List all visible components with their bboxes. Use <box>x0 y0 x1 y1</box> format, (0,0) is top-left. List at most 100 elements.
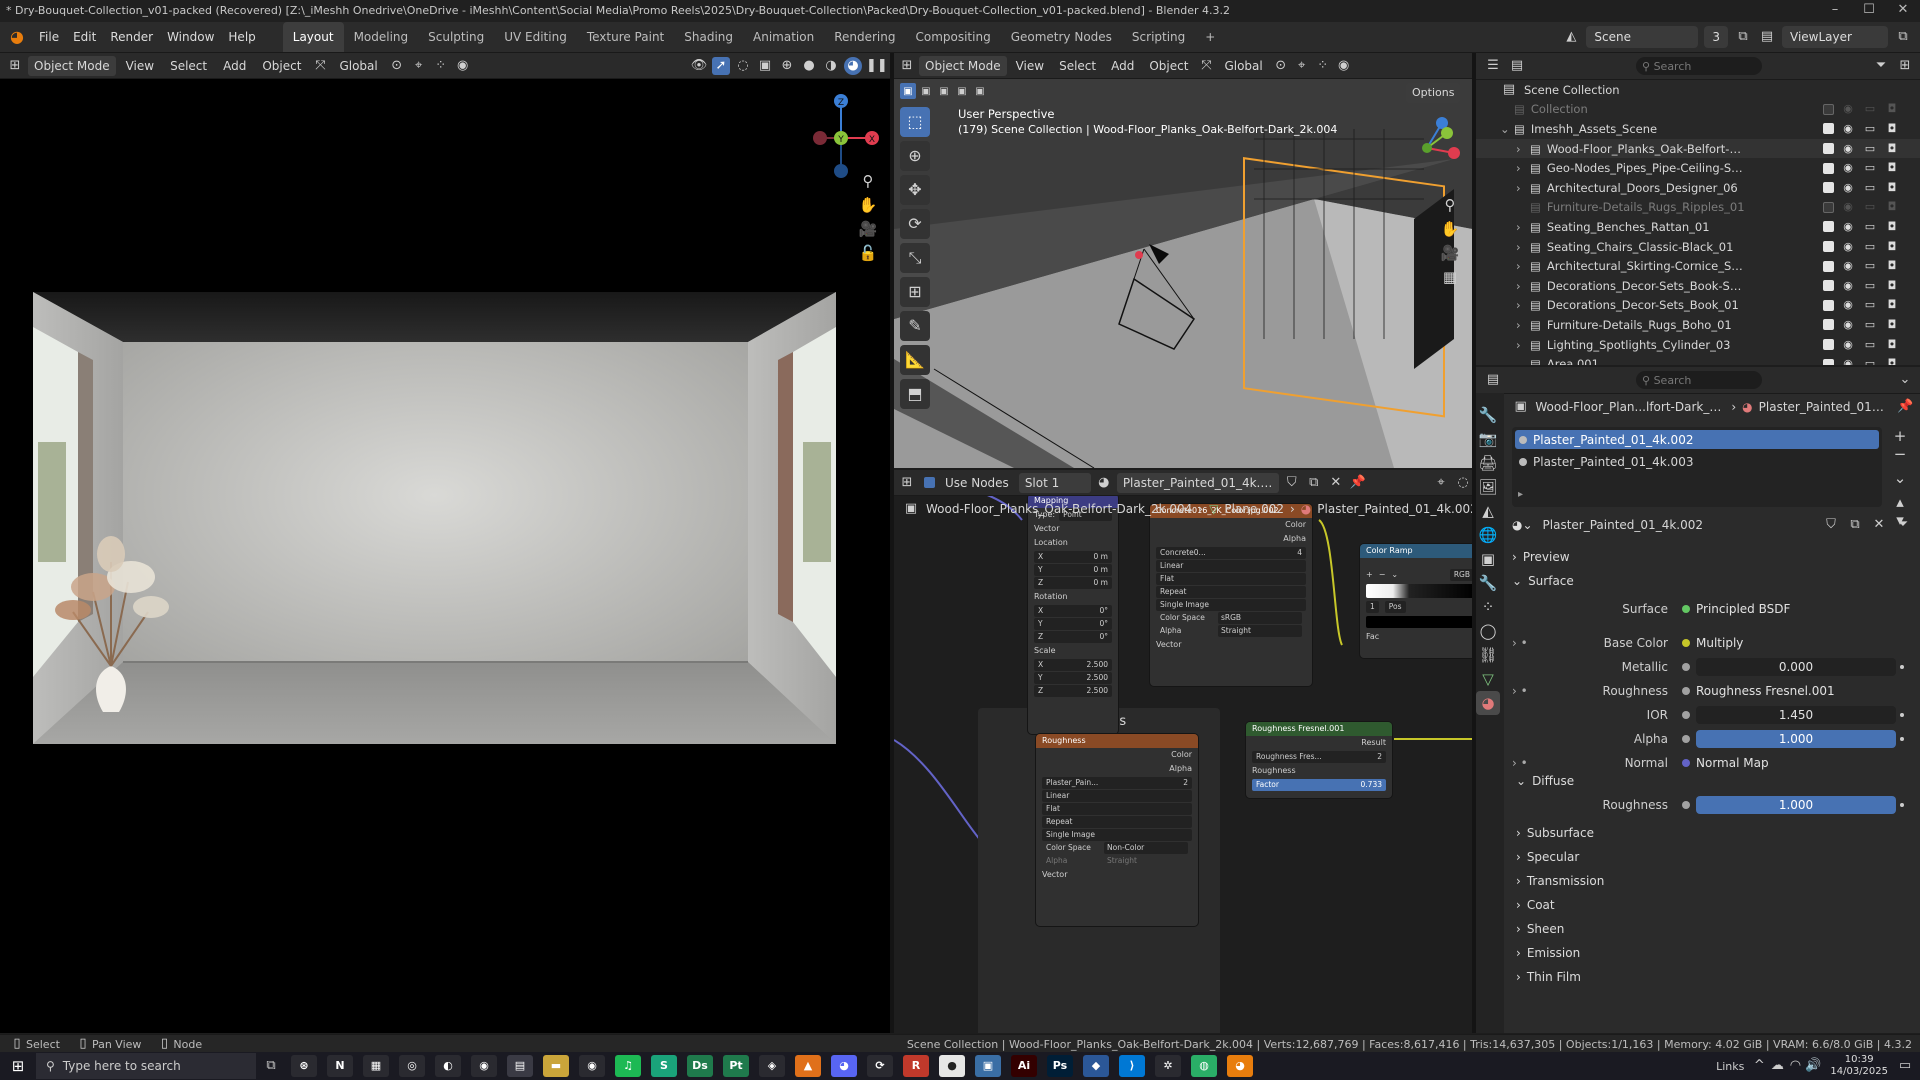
painter-app-icon[interactable]: Pt <box>723 1055 749 1077</box>
unlink-material-icon[interactable]: ✕ <box>1870 516 1888 534</box>
concrete-image-texture-node[interactable]: Concrete016_2K_Color.jpg.002 Color Alpha… <box>1150 504 1312 686</box>
exclude-checkbox[interactable] <box>1823 319 1834 331</box>
outliner-item[interactable]: ▤ Furniture-Details_Rugs_Ripples_01 ◉ ▭ ◘ <box>1476 198 1920 218</box>
left-3d-viewport[interactable]: ⊞ Object Mode View Select Add Object ⤧ G… <box>0 53 890 1033</box>
eye-icon[interactable]: ◉ <box>1840 120 1856 138</box>
expand-chevron-icon[interactable]: › <box>1516 181 1524 195</box>
material-slot-list[interactable]: Plaster_Painted_01_4k.002 Plaster_Painte… <box>1512 427 1882 507</box>
overlay-icon[interactable]: ◌ <box>734 57 752 75</box>
render-icon[interactable]: ◘ <box>1884 100 1900 118</box>
exclude-checkbox[interactable] <box>1823 123 1834 135</box>
filter-icon[interactable]: ⏷ <box>1872 57 1890 75</box>
render-icon[interactable]: ◘ <box>1884 198 1900 216</box>
roughness-image-texture-node[interactable]: Roughness Color Alpha Plaster_Pain... 2 L… <box>1036 734 1198 926</box>
material-name-field[interactable]: Plaster_Painted_01_4k.002 <box>1538 515 1816 535</box>
viewport-icon[interactable]: ▭ <box>1862 198 1878 216</box>
discord-app-icon[interactable]: ◕ <box>831 1055 857 1077</box>
tab-animation[interactable]: Animation <box>743 22 824 52</box>
pivot-icon[interactable]: ⊙ <box>388 57 406 75</box>
designer-app-icon[interactable]: Ds <box>687 1055 713 1077</box>
eye-icon[interactable]: ◉ <box>1840 179 1856 197</box>
viewport-icon[interactable]: ▭ <box>1862 100 1878 118</box>
outliner[interactable]: ☰ ▤ ⚲ Search ⏷ ⊞ ▤ Scene Collection ▤ Col… <box>1476 53 1920 365</box>
outliner-item[interactable]: › ▤ Decorations_Decor-Sets_Book-Shelf_23 ◉ ▭… <box>1476 276 1920 296</box>
outliner-search[interactable]: ⚲ Search <box>1636 57 1762 75</box>
viewport-icon[interactable]: ▭ <box>1862 238 1878 256</box>
render-icon[interactable]: ◘ <box>1884 336 1900 354</box>
constraints-tab-icon[interactable]: ⛓ <box>1476 643 1500 667</box>
chrome-2-app-icon[interactable]: ◉ <box>579 1055 605 1077</box>
eye-icon[interactable]: ◉ <box>1840 316 1856 334</box>
gizmo-toggle-icon[interactable]: ➚ <box>712 56 730 75</box>
app-r-app-icon[interactable]: R <box>903 1055 929 1077</box>
menu-window[interactable]: Window <box>160 22 221 52</box>
color-ramp-gradient[interactable] <box>1366 584 1472 598</box>
tab-shading[interactable]: Shading <box>674 22 743 52</box>
scene-selector[interactable]: Scene <box>1586 26 1699 48</box>
socket-dot[interactable] <box>1682 759 1690 767</box>
new-collection-icon[interactable]: ⊞ <box>1896 57 1914 75</box>
calculator-app-icon[interactable]: ▦ <box>363 1055 389 1077</box>
annotate-tool-icon[interactable]: ✎ <box>900 311 930 341</box>
material-browse-icon[interactable]: ◕ <box>1095 474 1113 492</box>
prop-value-field[interactable]: 0.000 <box>1696 658 1896 676</box>
render-icon[interactable]: ◘ <box>1884 238 1900 256</box>
browse-slot-icon[interactable]: ⏷ <box>1894 516 1912 534</box>
chrome-app-icon[interactable]: ◉ <box>471 1055 497 1077</box>
outliner-item[interactable]: › ▤ Seating_Chairs_Classic-Black_01 ◉ ▭ ◘ <box>1476 237 1920 257</box>
menu-file[interactable]: File <box>32 22 66 52</box>
app-s-app-icon[interactable]: S <box>651 1055 677 1077</box>
tab-uv-editing[interactable]: UV Editing <box>494 22 577 52</box>
camera-view-icon[interactable]: 🎥 <box>1438 241 1462 265</box>
left-menu-view[interactable]: View <box>120 56 160 76</box>
tab-texture-paint[interactable]: Texture Paint <box>577 22 674 52</box>
diffuse-roughness-field[interactable]: 1.000 <box>1696 796 1896 814</box>
diffuse-panel-header[interactable]: ⌄ Diffuse <box>1516 769 1916 793</box>
right-orientation-selector[interactable]: Global <box>1218 56 1268 76</box>
outliner-item[interactable]: › ▤ Furniture-Details_Rugs_Boho_01 ◉ ▭ ◘ <box>1476 315 1920 335</box>
eye-icon[interactable]: ◉ <box>1840 140 1856 158</box>
scale-tool-icon[interactable]: ⤡ <box>900 243 930 273</box>
preview-panel-header[interactable]: › Preview <box>1512 545 1912 569</box>
roughness-alpha-mode[interactable]: Alpha Straight <box>1042 855 1192 867</box>
move-tool-icon[interactable]: ✥ <box>900 175 930 205</box>
particles-tab-icon[interactable]: ⁘ <box>1476 595 1500 619</box>
render-icon[interactable]: ◘ <box>1884 159 1900 177</box>
add-workspace-button[interactable]: + <box>1195 22 1225 52</box>
panel-subsurface[interactable]: › Subsurface <box>1516 821 1916 845</box>
surface-panel-header[interactable]: ⌄ Surface <box>1512 569 1912 593</box>
exclude-checkbox[interactable] <box>1823 241 1834 253</box>
keyframe-dot[interactable] <box>1900 713 1904 717</box>
expand-chevron-icon[interactable]: › <box>1516 298 1524 312</box>
concrete-alpha-mode[interactable]: Alpha Straight <box>1156 625 1306 637</box>
eye-icon[interactable]: ◉ <box>1840 336 1856 354</box>
photoshop-app-icon[interactable]: Ps <box>1047 1055 1073 1077</box>
select-invert-icon[interactable]: ▣ <box>954 83 970 99</box>
volume-icon[interactable]: 🔊 <box>1804 1057 1822 1075</box>
socket-dot[interactable] <box>1682 801 1690 809</box>
eye-icon[interactable]: ◉ <box>1840 100 1856 118</box>
color-ramp-pos[interactable]: Pos <box>1384 601 1406 613</box>
render-tab-icon[interactable]: 📷 <box>1476 427 1500 451</box>
right-menu-select[interactable]: Select <box>1053 56 1102 76</box>
right-menu-view[interactable]: View <box>1010 56 1050 76</box>
snap-icon[interactable]: ⌖ <box>1432 474 1450 492</box>
scene-icon[interactable]: ◭ <box>1562 28 1580 46</box>
viewport-options-button[interactable]: Options <box>1406 83 1461 103</box>
zoom-icon[interactable]: ⚲ <box>1438 193 1462 217</box>
chatgpt-app-icon[interactable]: ⊛ <box>291 1055 317 1077</box>
eye-icon[interactable]: ◉ <box>1840 238 1856 256</box>
shading-wireframe-icon[interactable]: ⊕ <box>778 57 796 75</box>
shading-solid-icon[interactable]: ● <box>800 57 818 75</box>
move-up-icon[interactable]: ▴ <box>1890 493 1910 511</box>
lock-camera-icon[interactable]: 🔓 <box>856 241 880 265</box>
editor-type-icon[interactable]: ⊞ <box>898 474 916 492</box>
tab-geometry-nodes[interactable]: Geometry Nodes <box>1001 22 1122 52</box>
app-4-app-icon[interactable]: ◎ <box>399 1055 425 1077</box>
expand-chevron-icon[interactable]: › <box>1516 161 1524 175</box>
illustrator-app-icon[interactable]: Ai <box>1011 1055 1037 1077</box>
concrete-color-space[interactable]: Color Space sRGB <box>1156 612 1306 624</box>
view-layer-icon[interactable]: ▤ <box>1758 28 1776 46</box>
vlc-app-icon[interactable]: ▲ <box>795 1055 821 1077</box>
camera-view-icon[interactable]: 🎥 <box>856 217 880 241</box>
